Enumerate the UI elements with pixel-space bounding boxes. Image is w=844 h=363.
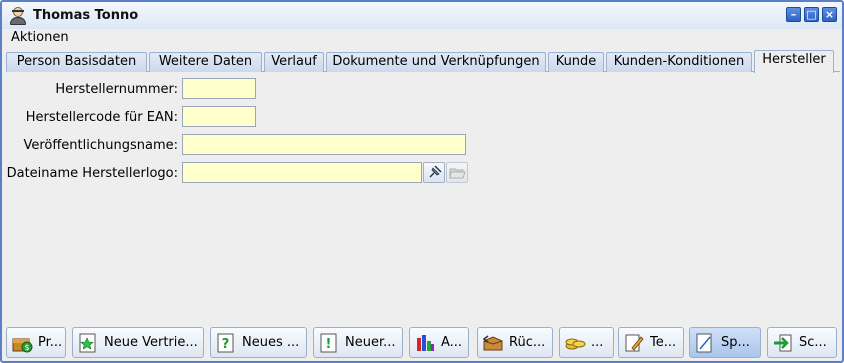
action-label: Pr... bbox=[38, 335, 63, 350]
coins-icon bbox=[565, 338, 586, 349]
action-button-0[interactable]: $ Pr... bbox=[6, 327, 66, 358]
action-button-7[interactable]: Te... bbox=[618, 327, 684, 358]
money-chest-icon: $ bbox=[12, 338, 33, 352]
open-folder-button[interactable] bbox=[446, 162, 468, 183]
close-icon[interactable]: × bbox=[822, 7, 837, 22]
herstellernummer-label: Herstellernummer: bbox=[55, 82, 178, 97]
action-button-6[interactable]: ... bbox=[559, 327, 614, 358]
folder-icon bbox=[449, 168, 466, 179]
tab-kunde[interactable]: Kunde bbox=[548, 52, 604, 72]
tab-label: Dokumente und Verknüpfungen bbox=[332, 54, 540, 69]
action-label: Te... bbox=[650, 335, 677, 350]
edit-document-icon bbox=[696, 333, 712, 352]
action-label: Sc... bbox=[799, 335, 827, 350]
tab-dokumente[interactable]: Dokumente und Verknüpfungen bbox=[326, 52, 546, 72]
main-window: Thomas Tonno – □ × Aktionen Person Basis… bbox=[0, 0, 844, 363]
tab-weitere-daten[interactable]: Weitere Daten bbox=[149, 52, 262, 72]
action-button-1[interactable]: Neue Vertrie... bbox=[72, 327, 204, 358]
herstellerlogo-input[interactable] bbox=[182, 162, 422, 183]
exclamation-document-icon: ! bbox=[320, 333, 337, 352]
menu-aktionen[interactable]: Aktionen bbox=[11, 30, 69, 45]
svg-text:?: ? bbox=[222, 337, 230, 352]
action-button-4[interactable]: A... bbox=[409, 327, 469, 358]
title-bar[interactable]: Thomas Tonno – □ × bbox=[2, 2, 842, 29]
action-button-2[interactable]: ? Neues ... bbox=[210, 327, 307, 358]
box-return-icon bbox=[482, 334, 503, 350]
action-label: A... bbox=[441, 335, 463, 350]
minimize-icon[interactable]: – bbox=[786, 7, 801, 22]
herstellercode-input[interactable] bbox=[182, 106, 256, 127]
herstellerlogo-label: Dateiname Herstellerlogo: bbox=[6, 166, 178, 181]
veroeffentlichungsname-label: Veröffentlichungsname: bbox=[23, 138, 178, 153]
action-label: Neuer... bbox=[345, 335, 396, 350]
bar-chart-icon bbox=[417, 334, 434, 351]
action-label: Neues ... bbox=[242, 335, 300, 350]
window-controls: – □ × bbox=[786, 7, 837, 22]
action-button-3[interactable]: ! Neuer... bbox=[313, 327, 403, 358]
tab-verlauf[interactable]: Verlauf bbox=[264, 52, 324, 72]
tab-label: Weitere Daten bbox=[158, 54, 253, 69]
action-button-9[interactable]: Sc... bbox=[767, 327, 837, 358]
tab-label: Person Basisdaten bbox=[16, 54, 137, 69]
tab-label: Kunde bbox=[555, 54, 597, 69]
action-label: Rüc... bbox=[509, 335, 546, 350]
action-button-5[interactable]: Rüc... bbox=[477, 327, 553, 358]
tab-hersteller[interactable]: Hersteller bbox=[754, 50, 834, 73]
svg-text:!: ! bbox=[326, 337, 332, 352]
tab-label: Verlauf bbox=[271, 54, 317, 69]
action-label: ... bbox=[591, 335, 604, 350]
menu-bar: Aktionen bbox=[2, 29, 842, 47]
browse-file-button[interactable] bbox=[423, 162, 445, 183]
tab-kunden-konditionen[interactable]: Kunden-Konditionen bbox=[606, 52, 752, 72]
hersteller-panel: Herstellernummer: Herstellercode für EAN… bbox=[6, 72, 838, 322]
notepad-pencil-icon bbox=[625, 334, 644, 351]
action-label: Sp... bbox=[721, 335, 750, 350]
pin-icon bbox=[429, 165, 442, 178]
maximize-icon[interactable]: □ bbox=[804, 7, 819, 22]
window-title: Thomas Tonno bbox=[33, 8, 139, 23]
herstellercode-label: Herstellercode für EAN: bbox=[25, 110, 178, 125]
person-avatar-icon bbox=[9, 6, 27, 26]
question-document-icon: ? bbox=[217, 333, 234, 352]
action-button-8[interactable]: Sp... bbox=[689, 327, 761, 358]
tab-label: Kunden-Konditionen bbox=[613, 54, 745, 69]
exit-arrow-icon bbox=[774, 334, 792, 351]
tab-label: Hersteller bbox=[762, 52, 826, 67]
veroeffentlichungsname-input[interactable] bbox=[182, 134, 466, 155]
star-document-icon bbox=[79, 333, 96, 352]
tab-bar: Person Basisdaten Weitere Daten Verlauf … bbox=[6, 50, 840, 73]
action-toolbar: $ Pr... Neue Vertrie... ? Neues ... ! Ne… bbox=[6, 325, 840, 361]
tab-person-basisdaten[interactable]: Person Basisdaten bbox=[6, 52, 147, 72]
svg-text:$: $ bbox=[24, 343, 29, 352]
action-label: Neue Vertrie... bbox=[104, 335, 198, 350]
herstellernummer-input[interactable] bbox=[182, 78, 256, 99]
